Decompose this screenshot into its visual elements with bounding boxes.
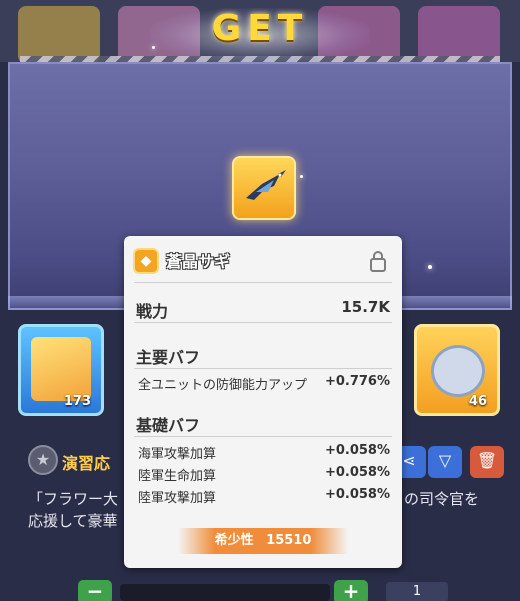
item-name: 蒼晶サギ: [166, 252, 231, 271]
rarity-label: 希少性: [214, 533, 254, 548]
base-buff-value: +0.058%: [324, 487, 390, 502]
sparkle: [152, 46, 155, 49]
main-buff-value: +0.776%: [324, 374, 390, 389]
divider: [134, 282, 392, 283]
gift-icon: [31, 337, 91, 401]
trash-icon[interactable]: 🗑: [470, 446, 504, 478]
base-buff-label: 海軍攻撃加算: [138, 447, 217, 462]
sparkle: [428, 265, 432, 269]
get-banner-title: GET: [211, 8, 309, 49]
lock-glyph: [370, 251, 386, 272]
rarity-value: 15510: [266, 533, 312, 548]
reward-slot-left[interactable]: 173: [18, 324, 104, 416]
main-buff-title: 主要バフ: [136, 348, 201, 367]
gray-heron-icon[interactable]: [232, 156, 296, 220]
base-buff-label: 陸軍攻撃加算: [138, 491, 217, 506]
star-icon: ★: [28, 445, 58, 475]
divider: [134, 322, 392, 323]
rarity-badge: 希少性 15510: [178, 528, 348, 554]
increment-button[interactable]: +: [334, 580, 368, 601]
sparkle: [300, 175, 303, 178]
description-line-1-right: の司令官を: [404, 490, 480, 508]
slot-count-left: 173: [63, 394, 91, 409]
base-buff-label: 陸軍生命加算: [138, 469, 217, 484]
heron-figure: [246, 170, 286, 200]
main-buff-label: 全ユニットの防御能力アップ: [138, 378, 308, 393]
quantity-field[interactable]: 1: [386, 582, 448, 601]
decrement-button[interactable]: −: [78, 580, 112, 601]
slot-count-right: 46: [468, 394, 487, 409]
reward-slot-right[interactable]: 46: [414, 324, 500, 416]
lock-icon[interactable]: [369, 250, 387, 272]
filter-icon[interactable]: ▽: [428, 446, 462, 478]
power-value: 15.7K: [341, 298, 390, 316]
item-detail-card: [124, 236, 402, 568]
description-line-2: 応援して豪華: [28, 512, 118, 530]
base-buff-value: +0.058%: [324, 465, 390, 480]
diamond-badge-icon: ◆: [133, 248, 159, 274]
divider: [134, 368, 392, 369]
section-title: 演習応: [62, 454, 111, 473]
base-buff-title: 基礎バフ: [136, 416, 201, 435]
quantity-slider[interactable]: [120, 584, 330, 601]
description-line-1: 「フラワー大: [28, 490, 119, 508]
orb-icon: [431, 345, 485, 397]
power-label: 戦力: [136, 302, 169, 321]
base-buff-value: +0.058%: [324, 443, 390, 458]
divider: [134, 436, 392, 437]
